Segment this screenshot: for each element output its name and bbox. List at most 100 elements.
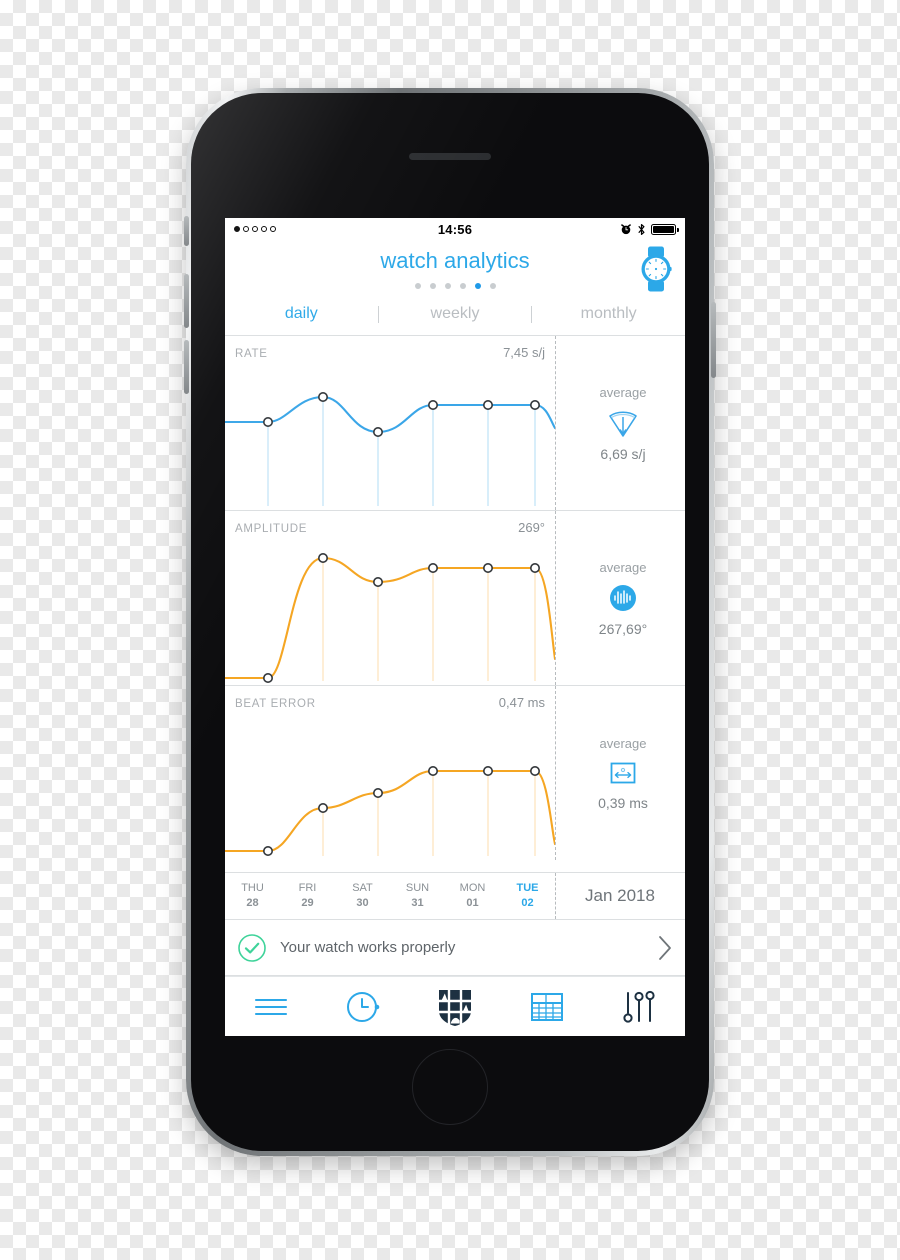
day-fri-29[interactable]: FRI 29 xyxy=(280,873,335,919)
chart-beat-error[interactable]: BEAT ERROR 0,47 ms average 0,39 ms xyxy=(225,685,685,860)
tabbar-item-settings[interactable] xyxy=(593,990,685,1024)
chart-amplitude-plot: AMPLITUDE 269° xyxy=(225,511,555,685)
home-button[interactable] xyxy=(412,1049,488,1125)
chart-amplitude-header: AMPLITUDE 269° xyxy=(225,511,555,535)
page-dot[interactable] xyxy=(414,283,421,289)
month-label: Jan 2018 xyxy=(585,886,655,905)
tabbar-item-clock[interactable] xyxy=(317,989,409,1025)
day-dow: MON xyxy=(459,882,486,895)
menu-icon[interactable] xyxy=(253,994,289,1020)
chart-beat-error-average: average 0,39 ms xyxy=(555,686,685,860)
watch-icon[interactable] xyxy=(637,246,675,297)
chart-amplitude-title: AMPLITUDE xyxy=(235,523,308,535)
day-dow: SUN xyxy=(405,882,430,895)
chart-beat-error-average-label: average xyxy=(599,735,647,751)
chart-rate-average-value: 6,69 s/j xyxy=(600,445,646,462)
chart-rate-divider xyxy=(555,336,556,510)
day-num: 01 xyxy=(466,897,479,909)
chart-amplitude-average-value: 267,69° xyxy=(598,620,648,637)
day-mon-01[interactable]: MON 01 xyxy=(445,873,500,919)
power-button[interactable] xyxy=(711,302,716,378)
chart-beat-error-title: BEAT ERROR xyxy=(235,698,316,710)
status-bar-icons xyxy=(584,223,679,236)
silent-switch[interactable] xyxy=(184,216,189,246)
screenshot-canvas: 14:56 watch analytics daily weekly month… xyxy=(0,0,900,1260)
date-axis: THU 28 FRI 29 SAT 30 SUN 31 MON 01 TUE 0… xyxy=(225,872,685,920)
calendar-icon[interactable] xyxy=(530,991,564,1023)
chart-beat-error-average-value: 0,39 ms xyxy=(598,794,648,811)
volume-down-button[interactable] xyxy=(184,340,189,394)
chart-beat-error-plot: BEAT ERROR 0,47 ms xyxy=(225,686,555,860)
date-axis-divider xyxy=(555,873,556,919)
page-title: watch analytics xyxy=(380,248,530,273)
page-dot[interactable] xyxy=(459,283,466,289)
rate-cone-icon xyxy=(609,410,637,437)
day-num: 31 xyxy=(411,897,424,909)
earpiece-speaker xyxy=(409,153,491,160)
page-dot[interactable] xyxy=(444,283,451,289)
page-indicator-dots[interactable] xyxy=(225,283,685,289)
amplitude-wave-icon xyxy=(610,584,636,611)
tabbar-item-crest[interactable] xyxy=(409,987,501,1027)
phone-body: 14:56 watch analytics daily weekly month… xyxy=(191,93,709,1151)
page-dot[interactable] xyxy=(489,283,496,289)
alarm-icon xyxy=(621,224,631,235)
bottom-tab-bar[interactable] xyxy=(225,976,685,1036)
day-tue-02[interactable]: TUE 02 xyxy=(500,873,555,919)
chart-rate-svg xyxy=(225,391,555,506)
chart-amplitude-svg xyxy=(225,552,555,684)
page-dot-active[interactable] xyxy=(474,283,481,289)
chevron-right-icon[interactable] xyxy=(657,935,673,961)
watch-status-text: Your watch works properly xyxy=(280,939,456,956)
day-num: 28 xyxy=(246,897,259,909)
beat-error-box-icon xyxy=(610,762,636,783)
battery-icon xyxy=(651,223,679,235)
tab-weekly[interactable]: weekly xyxy=(379,305,532,323)
day-num: 02 xyxy=(521,897,534,909)
day-num: 30 xyxy=(356,897,369,909)
settings-sliders-icon[interactable] xyxy=(622,990,656,1024)
chart-beat-error-divider xyxy=(555,686,556,860)
tabbar-item-menu[interactable] xyxy=(225,994,317,1020)
tab-daily[interactable]: daily xyxy=(225,305,378,323)
signal-strength-dots xyxy=(234,226,326,232)
day-num: 29 xyxy=(301,897,314,909)
tab-monthly[interactable]: monthly xyxy=(532,305,685,323)
day-dow: TUE xyxy=(516,882,539,895)
app-header: watch analytics xyxy=(225,240,685,295)
check-circle-icon xyxy=(238,933,266,962)
status-bar-time: 14:56 xyxy=(437,221,473,237)
chart-beat-error-header: BEAT ERROR 0,47 ms xyxy=(225,686,555,710)
chart-beat-error-max: 0,47 ms xyxy=(498,695,545,710)
chart-rate[interactable]: RATE 7,45 s/j average 6,69 s/j xyxy=(225,335,685,510)
day-sun-31[interactable]: SUN 31 xyxy=(390,873,445,919)
tabbar-item-calendar[interactable] xyxy=(501,991,593,1023)
date-axis-days[interactable]: THU 28 FRI 29 SAT 30 SUN 31 MON 01 TUE 0… xyxy=(225,873,555,919)
watch-status-row[interactable]: Your watch works properly xyxy=(225,920,685,976)
chart-rate-max: 7,45 s/j xyxy=(503,345,545,360)
day-dow: THU xyxy=(241,882,264,895)
chart-amplitude[interactable]: AMPLITUDE 269° average 267,69° xyxy=(225,510,685,685)
day-dow: FRI xyxy=(298,882,317,895)
chart-rate-title: RATE xyxy=(235,348,268,360)
day-sat-30[interactable]: SAT 30 xyxy=(335,873,390,919)
ios-status-bar: 14:56 xyxy=(225,218,685,240)
page-dot[interactable] xyxy=(429,283,436,289)
period-tabs[interactable]: daily weekly monthly xyxy=(225,295,685,335)
crest-icon[interactable] xyxy=(436,987,474,1027)
phone-screen: 14:56 watch analytics daily weekly month… xyxy=(225,218,685,1036)
chart-rate-average-label: average xyxy=(599,384,647,400)
volume-up-button[interactable] xyxy=(184,274,189,328)
day-thu-28[interactable]: THU 28 xyxy=(225,873,280,919)
chart-amplitude-average: average 267,69° xyxy=(555,511,685,685)
chart-amplitude-divider xyxy=(555,511,556,685)
chart-beat-error-svg xyxy=(225,766,555,857)
day-dow: SAT xyxy=(352,882,373,895)
phone-device: 14:56 watch analytics daily weekly month… xyxy=(184,88,716,1156)
chart-rate-average: average 6,69 s/j xyxy=(555,336,685,510)
chart-rate-header: RATE 7,45 s/j xyxy=(225,336,555,360)
chart-amplitude-max: 269° xyxy=(518,520,545,535)
bluetooth-icon xyxy=(638,223,645,235)
clock-icon[interactable] xyxy=(345,989,381,1025)
chart-amplitude-average-label: average xyxy=(599,559,647,575)
